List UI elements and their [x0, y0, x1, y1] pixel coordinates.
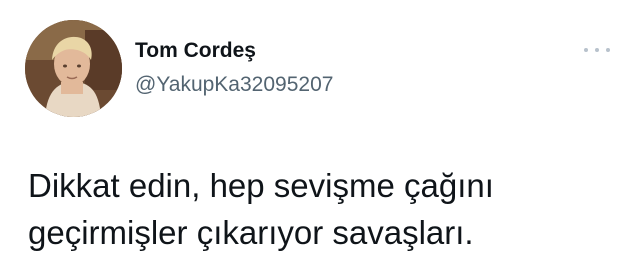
ellipsis-icon	[606, 48, 610, 52]
display-name[interactable]: Tom Cordeş	[135, 38, 333, 64]
user-info: Tom Cordeş @YakupKa32095207	[135, 38, 333, 98]
tweet-text-line: Dikkat edin, hep sevişme çağını	[28, 167, 494, 204]
avatar[interactable]	[25, 20, 122, 117]
more-options-button[interactable]	[584, 42, 610, 58]
profile-photo-icon	[25, 20, 122, 117]
ellipsis-icon	[595, 48, 599, 52]
tweet-text-line: geçirmişler çıkarıyor savaşları.	[28, 214, 474, 251]
ellipsis-icon	[584, 48, 588, 52]
tweet-card: Tom Cordeş @YakupKa32095207 Dikkat edin,…	[0, 0, 640, 273]
user-handle[interactable]: @YakupKa32095207	[135, 72, 333, 98]
tweet-text: Dikkat edin, hep sevişme çağını geçirmiş…	[28, 162, 628, 256]
